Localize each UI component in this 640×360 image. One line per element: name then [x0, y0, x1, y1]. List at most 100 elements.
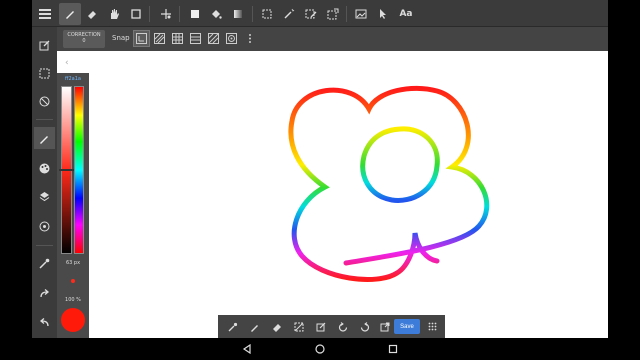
snap-concentric-button[interactable] — [223, 30, 240, 47]
pen-icon — [40, 135, 48, 144]
snap-parallel-button[interactable] — [151, 30, 168, 47]
toolbar-divider — [179, 6, 180, 22]
target-icon — [39, 221, 50, 231]
outer-petal-stroke — [288, 85, 490, 282]
eyedropper-icon — [228, 322, 237, 331]
gradient-icon — [234, 10, 242, 18]
left-toolbar — [32, 27, 57, 338]
grid-dots-icon — [428, 322, 437, 331]
more-options-button[interactable] — [241, 30, 258, 47]
eraser-icon — [272, 323, 281, 332]
square-icon — [131, 9, 141, 19]
materials-button[interactable] — [34, 215, 55, 237]
collapse-panel-button[interactable]: ‹ — [65, 58, 69, 68]
undo-button[interactable] — [34, 311, 55, 333]
snap-perspective-button[interactable] — [205, 30, 222, 47]
move-icon — [161, 9, 171, 19]
shape-tool[interactable] — [125, 3, 147, 25]
redo-button[interactable] — [34, 282, 55, 304]
current-color-swatch[interactable] — [61, 308, 85, 332]
snap-horizontal-button[interactable] — [187, 30, 204, 47]
bottom-toolbar: Save — [218, 315, 445, 338]
opacity-label[interactable]: 100 % — [57, 297, 89, 303]
color-hex-value[interactable]: ff2a1a — [57, 76, 89, 82]
image-icon — [355, 9, 367, 19]
color-panel: ff2a1a 63 px 100 % — [57, 73, 89, 338]
magic-wand-tool[interactable] — [278, 3, 300, 25]
fill-color-tool[interactable] — [184, 3, 206, 25]
snap-grid-button[interactable] — [169, 30, 186, 47]
import-tool[interactable] — [350, 3, 372, 25]
brush-button[interactable] — [34, 127, 55, 149]
eraser-button[interactable] — [268, 318, 285, 335]
no-rotate-icon — [39, 96, 50, 106]
edit-layer-button[interactable] — [34, 34, 55, 56]
back-button[interactable] — [240, 342, 254, 356]
selection-button[interactable] — [34, 62, 55, 84]
snap-horizontal-icon — [190, 33, 201, 44]
eraser-icon — [88, 11, 96, 19]
home-button[interactable] — [313, 342, 327, 356]
brush-size-label[interactable]: 63 px — [57, 260, 89, 266]
recents-button[interactable] — [386, 342, 400, 356]
layers-icon — [39, 191, 50, 201]
magic-wand-icon — [284, 8, 295, 19]
paint-bucket-icon — [212, 10, 222, 19]
top-toolbar: Aa — [32, 0, 608, 27]
flower-drawing — [288, 85, 490, 282]
brush-size-preview — [71, 279, 75, 283]
eraser-tool[interactable] — [81, 3, 103, 25]
toolbar-divider — [346, 6, 347, 22]
select-edit-icon — [327, 8, 339, 20]
snap-grid-icon — [172, 33, 183, 44]
hue-slider[interactable] — [74, 86, 84, 254]
left-divider — [36, 245, 53, 246]
menu-button[interactable] — [34, 3, 56, 25]
undo-icon — [39, 317, 49, 326]
select-tool[interactable] — [256, 3, 278, 25]
recents-square-icon — [388, 344, 398, 354]
select-edit-tool[interactable] — [322, 3, 344, 25]
snap-concentric-icon — [226, 33, 237, 44]
layers-button[interactable] — [34, 185, 55, 207]
transform-button[interactable] — [376, 318, 393, 335]
clear-selection-button[interactable] — [290, 318, 307, 335]
brush-options-bar: CORRECTION 0 Snap — [57, 27, 608, 51]
move-tool[interactable] — [155, 3, 177, 25]
pointer-icon — [380, 9, 386, 19]
hand-icon — [111, 9, 119, 19]
left-divider — [36, 119, 53, 120]
eyedropper-button[interactable] — [224, 318, 241, 335]
undo-button[interactable] — [334, 318, 351, 335]
correction-value: 0 — [82, 38, 86, 44]
redo-button[interactable] — [356, 318, 373, 335]
save-button[interactable]: Save — [394, 319, 420, 334]
hand-tool[interactable] — [103, 3, 125, 25]
bucket-tool[interactable] — [205, 3, 227, 25]
snap-parallel-icon — [154, 33, 165, 44]
pen-icon — [66, 11, 74, 19]
color-palette-button[interactable] — [34, 157, 55, 179]
drawing-canvas[interactable] — [57, 51, 608, 338]
palette-icon — [39, 163, 50, 173]
rotate-canvas-button[interactable] — [34, 90, 55, 112]
system-navigation-bar — [0, 338, 640, 360]
pointer-tool[interactable] — [372, 3, 394, 25]
select-pen-tool[interactable] — [300, 3, 322, 25]
back-triangle-icon — [242, 344, 251, 354]
gradient-tool[interactable] — [227, 3, 249, 25]
app-window: Aa CORRECTION 0 Snap ff2a1a 63 px 100 % … — [32, 0, 608, 338]
edit-icon — [39, 40, 50, 50]
pen-button[interactable] — [246, 318, 263, 335]
pen-tool[interactable] — [59, 3, 81, 25]
correction-control[interactable]: CORRECTION 0 — [63, 30, 105, 48]
apps-grid-button[interactable] — [424, 318, 441, 335]
lightness-handle[interactable] — [59, 169, 74, 171]
text-tool[interactable]: Aa — [394, 3, 418, 25]
dashed-select-icon — [262, 9, 272, 19]
edit-button[interactable] — [312, 318, 329, 335]
eyedropper-button[interactable] — [34, 252, 55, 274]
home-circle-icon — [315, 344, 325, 354]
redo-icon — [40, 288, 50, 297]
snap-off-button[interactable] — [133, 30, 150, 47]
